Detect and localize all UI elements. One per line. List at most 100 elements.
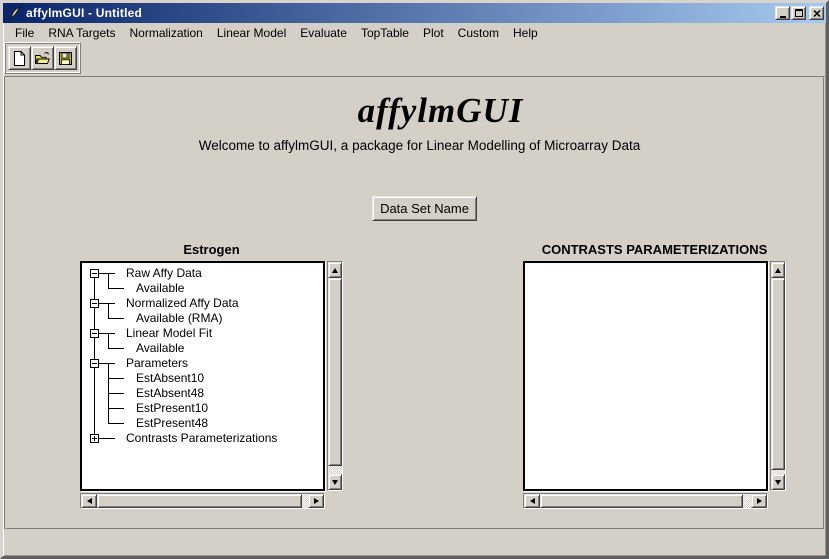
tree-line [108, 273, 109, 288]
contrasts-listbox[interactable] [523, 261, 768, 491]
tree-line [99, 438, 115, 439]
tree-item-available-2[interactable]: Available [82, 341, 323, 356]
tree-item-label[interactable]: Available [136, 341, 184, 356]
tree-line [108, 348, 124, 349]
menu-custom[interactable]: Custom [451, 24, 506, 42]
left-horizontal-scrollbar[interactable] [80, 493, 325, 509]
menu-help[interactable]: Help [506, 24, 545, 42]
scroll-right-button[interactable] [308, 494, 324, 508]
menu-bar: File RNA Targets Normalization Linear Mo… [3, 23, 826, 42]
scroll-up-button[interactable] [328, 262, 342, 278]
scrollbar-track[interactable] [97, 494, 308, 508]
maximize-button[interactable] [791, 6, 806, 20]
scroll-down-button[interactable] [771, 474, 785, 490]
scrollbar-track[interactable] [328, 278, 342, 474]
new-file-button[interactable] [8, 46, 31, 70]
scroll-up-button[interactable] [771, 262, 785, 278]
right-vertical-scrollbar[interactable] [770, 261, 786, 491]
left-panel-header: Estrogen [80, 242, 343, 257]
minimize-icon [780, 16, 786, 18]
tree-item-label[interactable]: Available (RMA) [136, 311, 222, 326]
collapse-toggle-icon[interactable] [90, 359, 99, 368]
maximize-icon [795, 9, 803, 17]
tree-line [108, 288, 124, 289]
tree-line [108, 378, 124, 379]
tree-item-estpresent10[interactable]: EstPresent10 [82, 401, 323, 416]
tree-item-label[interactable]: EstPresent10 [136, 401, 208, 416]
menu-toptable[interactable]: TopTable [354, 24, 416, 42]
collapse-toggle-icon[interactable] [90, 269, 99, 278]
tree-line [108, 393, 109, 408]
menu-plot[interactable]: Plot [416, 24, 451, 42]
save-file-button[interactable] [54, 46, 77, 70]
arrow-down-icon [332, 480, 338, 485]
arrow-up-icon [332, 268, 338, 273]
tree-item-label[interactable]: EstPresent48 [136, 416, 208, 431]
scrollbar-thumb[interactable] [328, 278, 342, 466]
tree-line [108, 408, 109, 423]
tree-line [99, 273, 115, 274]
tree-item-linear-model-fit[interactable]: Linear Model Fit [82, 326, 323, 341]
tree-view: Raw Affy Data Available Normalized Affy … [82, 263, 323, 489]
tree-item-label[interactable]: Available [136, 281, 184, 296]
window-title: affylmGUI - Untitled [26, 6, 774, 20]
welcome-text: Welcome to affylmGUI, a package for Line… [3, 138, 826, 153]
tree-line [108, 333, 109, 348]
scrollbar-track[interactable] [540, 494, 751, 508]
menu-file[interactable]: File [8, 24, 41, 42]
data-set-name-button[interactable]: Data Set Name [372, 196, 477, 221]
arrow-up-icon [775, 268, 781, 273]
scrollbar-thumb[interactable] [771, 278, 785, 470]
tree-item-label[interactable]: Linear Model Fit [126, 326, 212, 341]
menu-linear-model[interactable]: Linear Model [210, 24, 293, 42]
expand-toggle-icon[interactable] [90, 434, 99, 443]
arrow-left-icon [87, 498, 92, 504]
tree-item-estpresent48[interactable]: EstPresent48 [82, 416, 323, 431]
scroll-down-button[interactable] [328, 474, 342, 490]
tree-line [108, 363, 109, 378]
tree-item-available[interactable]: Available [82, 281, 323, 296]
right-horizontal-scrollbar[interactable] [523, 493, 768, 509]
tree-line [108, 408, 124, 409]
scroll-right-button[interactable] [751, 494, 767, 508]
tree-item-estabsent48[interactable]: EstAbsent48 [82, 386, 323, 401]
titlebar[interactable]: affylmGUI - Untitled [3, 3, 826, 23]
scrollbar-thumb[interactable] [540, 494, 743, 508]
tree-item-raw-affy-data[interactable]: Raw Affy Data [82, 266, 323, 281]
tree-item-available-rma[interactable]: Available (RMA) [82, 311, 323, 326]
left-vertical-scrollbar[interactable] [327, 261, 343, 491]
arrow-down-icon [775, 480, 781, 485]
scroll-left-button[interactable] [81, 494, 97, 508]
tree-line [108, 393, 124, 394]
menu-normalization[interactable]: Normalization [123, 24, 210, 42]
tree-item-contrasts-parameterizations[interactable]: Contrasts Parameterizations [82, 431, 323, 446]
tree-line [99, 303, 115, 304]
collapse-toggle-icon[interactable] [90, 299, 99, 308]
close-icon [813, 10, 821, 17]
tree-line [99, 333, 115, 334]
tree-item-label[interactable]: Parameters [126, 356, 188, 371]
tree-item-normalized-affy-data[interactable]: Normalized Affy Data [82, 296, 323, 311]
app-title: affylmGUI [3, 91, 826, 131]
menu-evaluate[interactable]: Evaluate [293, 24, 354, 42]
minimize-button[interactable] [775, 6, 790, 20]
scroll-left-button[interactable] [524, 494, 540, 508]
tree-item-label[interactable]: EstAbsent48 [136, 386, 204, 401]
tree-item-estabsent10[interactable]: EstAbsent10 [82, 371, 323, 386]
tree-item-parameters[interactable]: Parameters [82, 356, 323, 371]
tree-item-label[interactable]: Contrasts Parameterizations [126, 431, 277, 446]
scrollbar-track[interactable] [771, 278, 785, 474]
tree-line [108, 423, 124, 424]
open-folder-icon [34, 50, 51, 67]
collapse-toggle-icon[interactable] [90, 329, 99, 338]
estrogen-tree-listbox[interactable]: Raw Affy Data Available Normalized Affy … [80, 261, 325, 491]
scrollbar-thumb[interactable] [97, 494, 302, 508]
open-file-button[interactable] [31, 46, 54, 70]
close-button[interactable] [809, 6, 824, 20]
app-window: affylmGUI - Untitled File RNA Targets No… [0, 0, 829, 559]
tree-item-label[interactable]: Raw Affy Data [126, 266, 202, 281]
tree-item-label[interactable]: Normalized Affy Data [126, 296, 239, 311]
save-floppy-icon [57, 50, 74, 67]
tree-item-label[interactable]: EstAbsent10 [136, 371, 204, 386]
menu-rna-targets[interactable]: RNA Targets [41, 24, 122, 42]
